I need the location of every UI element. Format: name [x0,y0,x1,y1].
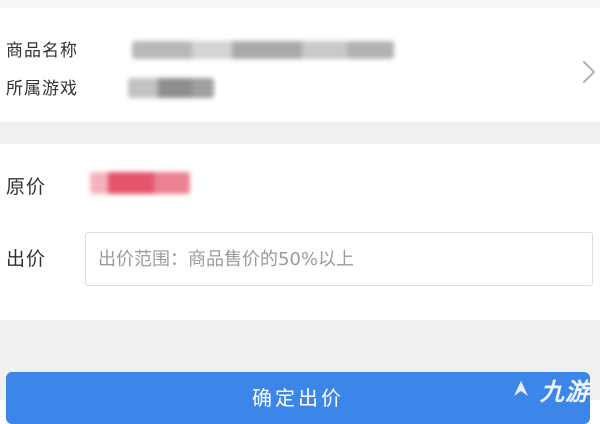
confirm-bid-button[interactable]: 确定出价 [6,372,590,424]
bid-input[interactable] [85,232,593,286]
game-value-redacted [128,78,214,98]
original-price-label: 原价 [6,176,47,198]
product-name-label: 商品名称 [6,41,78,61]
product-name-value-redacted [132,41,394,59]
watermark-icon [514,381,528,396]
section-divider [0,122,600,144]
chevron-right-icon[interactable] [580,58,600,86]
watermark-text: 九游 [540,377,590,406]
game-label: 所属游戏 [6,79,78,99]
original-price-value-redacted [90,172,190,194]
bid-label: 出价 [6,248,47,270]
top-divider [0,0,600,8]
product-info-card[interactable]: 商品名称 所属游戏 [0,8,600,122]
